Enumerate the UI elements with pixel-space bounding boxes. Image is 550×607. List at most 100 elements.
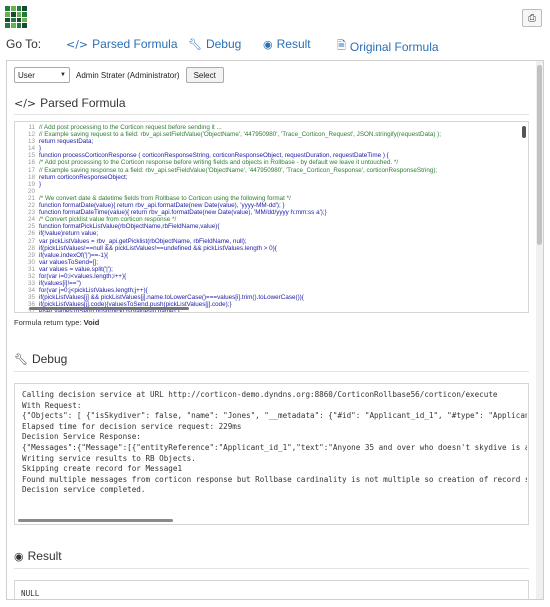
code-text: if(pickListValues!==null && pickListValu… [39,244,277,252]
code-line: 30 var valuesToSend=[]; [15,259,520,266]
code-line: 18 return corticonResponseObject; [15,174,520,181]
user-bar: User ▼ Admin Strater (Administrator) Sel… [14,66,224,84]
line-number: 35 [27,294,35,302]
code-line: 28 if(pickListValues!==null && pickListVa… [15,245,520,252]
code-text: // Example saving response to a field: r… [39,166,438,174]
code-text: if(values[i]!=='') [39,280,81,288]
code-line: 14} [15,145,520,152]
debug-horizontal-scrollbar[interactable] [18,519,173,522]
code-text: for(var j=0;j<pickListValues.length;j++)… [39,287,148,295]
line-number: 28 [27,244,35,252]
code-text: if(value.indexOf('|')==-1){ [39,251,109,259]
code-line: 23 function formatDateTime(value){ return… [15,209,520,216]
app-logo-icon [5,6,27,28]
user-type-select[interactable]: User ▼ [14,67,70,83]
select-user-button[interactable]: Select [185,67,224,83]
code-line: 12 // Example saving request to a field: … [15,131,520,138]
line-number: 14 [27,145,35,153]
code-text: var pickListValues = rbv_api.getPicklist… [39,237,247,245]
parsed-formula-code[interactable]: 11 // Add post processing to the Corticon… [14,121,529,313]
top-bar: ⎙ [0,0,550,34]
debug-line: Decision service completed. [22,485,146,495]
chevron-down-icon: ▼ [60,72,66,78]
result-output[interactable]: NULL [14,580,529,599]
code-text: function formatDate(value){ return rbv_a… [39,202,285,210]
line-number: 11 [28,124,35,131]
nav-link-label: Debug [205,37,242,51]
code-icon: </> [14,96,37,110]
nav-link-label: Original Formula [349,39,439,54]
print-button[interactable]: ⎙ [522,9,542,27]
code-text: return corticonResponseObject; [39,173,128,181]
debug-line: With Request: [22,400,82,410]
code-text: var valuesToSend=[]; [39,258,98,266]
formula-return-type: Formula return type: Void [14,318,99,327]
debug-line: Elapsed time for decision service reques… [22,421,242,431]
nav-link-original-formula[interactable]: 🗎︎ Original Formula [337,37,439,56]
print-icon: ⎙ [528,12,536,24]
debug-line: {"Messages":{"Message":[{"entityReferenc… [22,442,527,452]
line-number: 13 [27,138,35,146]
debug-line: Found multiple messages from corticon re… [22,474,527,484]
line-number: 24 [27,216,35,224]
nav-link-label: Parsed Formula [92,37,178,51]
debug-lines: Calling decision service at URL http://c… [22,390,527,496]
code-horizontal-scrollbar[interactable] [29,307,189,310]
code-text: for(var i=0;i<values.length;i++){ [39,272,127,280]
section-title-text: Result [27,549,62,563]
page-scrollbar[interactable] [536,61,543,599]
code-line: 24 /* Convert picklist value from cortico… [15,216,520,223]
result-value: NULL [21,589,40,598]
line-number: 17 [27,166,35,174]
code-text: /* We convert date & datetime fields fro… [39,194,291,202]
code-text: if(pickListValues[j] && pickListValues[j… [39,294,304,302]
code-line: 29 if(value.indexOf('|')==-1){ [15,252,520,259]
code-text: /* Convert picklist value from corticon … [39,216,177,224]
code-line: 34 for(var j=0;j<pickListValues.length;j+… [15,287,520,294]
debug-line: Decision Service Response: [22,432,141,442]
code-line: 11 // Add post processing to the Corticon… [15,124,520,131]
nav-link-result[interactable]: ◉ Result [263,37,311,51]
code-line: 31 var values = value.split('|'); [15,266,520,273]
code-line: 33 if(values[i]!=='') [15,280,520,287]
nav-link-label: Result [276,37,311,51]
code-icon: </> [66,37,89,51]
nav-link-parsed-formula[interactable]: </> Parsed Formula [66,37,178,51]
line-number: 23 [27,209,35,217]
main-panel: User ▼ Admin Strater (Administrator) Sel… [6,60,544,600]
line-number: 15 [27,152,35,160]
debug-output[interactable]: Calling decision service at URL http://c… [14,383,529,525]
result-heading: ◉ Result [14,549,62,563]
divider [14,371,529,372]
line-number: 32 [27,272,35,280]
debug-line: Skipping create record for Message1 [22,464,183,474]
line-number: 26 [27,230,35,238]
nav-link-debug[interactable]: 🔧︎ Debug [188,37,241,51]
parsed-formula-heading: </> Parsed Formula [14,96,126,110]
line-number: 30 [27,258,35,266]
code-line: 16 /* Add post processing to the Corticon… [15,159,520,166]
wrench-icon: 🔧︎ [188,37,202,51]
line-number: 22 [27,202,35,210]
debug-heading: 🔧︎ Debug [14,352,67,366]
line-number: 25 [27,223,35,231]
line-number: 20 [27,187,35,195]
code-line: 19} [15,181,520,188]
code-line: 21 /* We convert date & datetime fields f… [15,195,520,202]
eye-icon: ◉ [263,37,273,51]
code-text: // Add post processing to the Corticon r… [39,124,222,131]
line-number: 29 [27,251,35,259]
debug-line: {"Objects": [ {"isSkydiver": false, "nam… [22,411,527,421]
debug-line: Calling decision service at URL http://c… [22,390,498,399]
code-line: 20 [15,188,520,195]
code-line: 13 return requestData; [15,138,520,145]
line-number: 21 [27,194,35,202]
debug-line: Writing service results to RB Objects. [22,453,196,463]
code-vertical-scrollbar[interactable] [522,126,526,138]
code-text: return requestData; [39,138,94,146]
divider [14,114,529,115]
line-number: 19 [27,180,35,188]
section-title-text: Parsed Formula [40,96,126,110]
line-number: 27 [27,237,35,245]
line-number: 16 [27,159,35,167]
